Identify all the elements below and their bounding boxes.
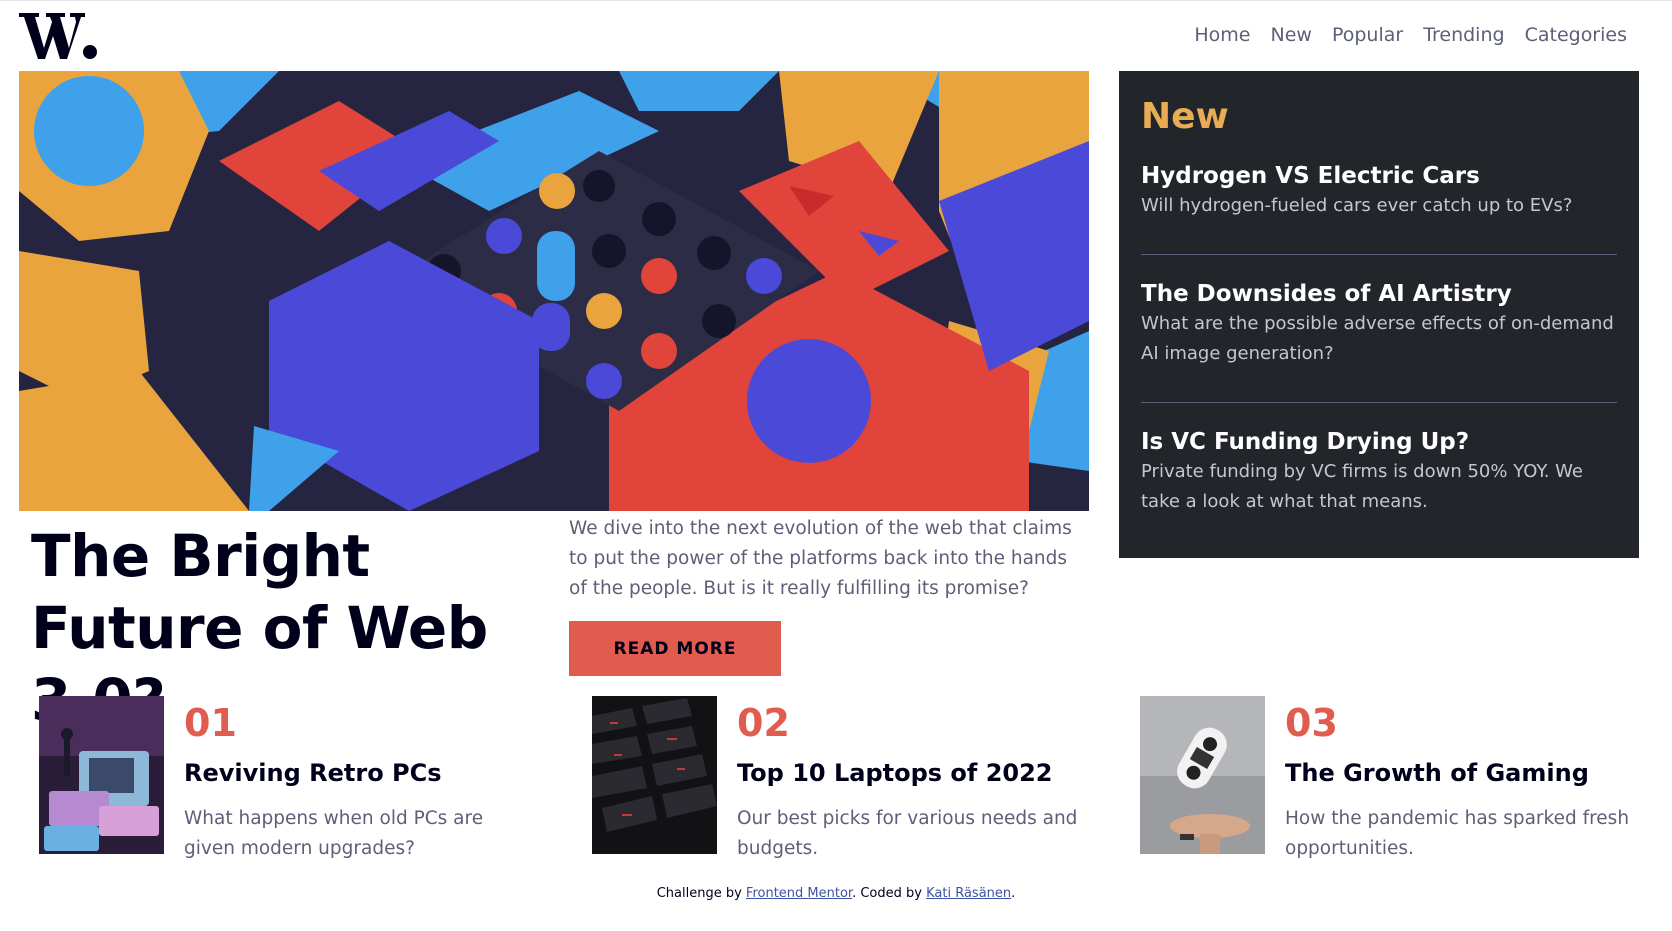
new-item-vc-funding[interactable]: Is VC Funding Drying Up? Private funding… (1141, 427, 1617, 517)
card-top-laptops[interactable]: 02 Top 10 Laptops of 2022 Our best picks… (592, 696, 1092, 866)
site-logo[interactable] (19, 10, 101, 62)
card-title[interactable]: Reviving Retro PCs (184, 758, 442, 788)
laptops-thumbnail (592, 696, 717, 854)
card-number: 01 (184, 701, 237, 745)
frontend-mentor-link[interactable]: Frontend Mentor (746, 886, 852, 901)
footer-middle: . Coded by (852, 886, 927, 901)
card-text: Our best picks for various needs and bud… (737, 808, 1078, 859)
nav-trending[interactable]: Trending (1423, 24, 1504, 46)
new-item-ai-artistry[interactable]: The Downsides of AI Artistry What are th… (1141, 279, 1617, 369)
card-title[interactable]: Top 10 Laptops of 2022 (737, 758, 1053, 788)
new-item-title[interactable]: Is VC Funding Drying Up? (1141, 427, 1617, 457)
nav-categories[interactable]: Categories (1525, 24, 1627, 46)
new-item-hydrogen[interactable]: Hydrogen VS Electric Cars Will hydrogen-… (1141, 161, 1617, 221)
attribution-footer: Challenge by Frontend Mentor. Coded by K… (0, 886, 1672, 901)
hero-image (19, 71, 1089, 511)
new-panel-heading: New (1141, 96, 1229, 137)
top-border (0, 0, 1672, 1)
card-text: What happens when old PCs are given mode… (184, 808, 484, 859)
new-articles-panel: New Hydrogen VS Electric Cars Will hydro… (1119, 71, 1639, 558)
read-more-button[interactable]: READ MORE (569, 621, 781, 676)
divider (1141, 254, 1617, 255)
card-number: 03 (1285, 701, 1338, 745)
nav-home[interactable]: Home (1194, 24, 1250, 46)
main-nav: Home New Popular Trending Categories (1194, 24, 1627, 46)
card-retro-pcs[interactable]: 01 Reviving Retro PCs What happens when … (39, 696, 539, 866)
nav-popular[interactable]: Popular (1332, 24, 1403, 46)
card-number: 02 (737, 701, 790, 745)
footer-prefix: Challenge by (656, 886, 746, 901)
logo-w-icon (19, 13, 97, 59)
new-item-text: Will hydrogen-fueled cars ever catch up … (1141, 195, 1573, 216)
card-growth-gaming[interactable]: 03 The Growth of Gaming How the pandemic… (1140, 696, 1640, 866)
gaming-thumbnail (1140, 696, 1265, 854)
nav-new[interactable]: New (1270, 24, 1311, 46)
hero-description: We dive into the next evolution of the w… (569, 518, 1072, 599)
new-item-title[interactable]: Hydrogen VS Electric Cars (1141, 161, 1617, 191)
new-item-text: What are the possible adverse effects of… (1141, 313, 1614, 364)
footer-suffix: . (1011, 886, 1016, 901)
divider (1141, 402, 1617, 403)
card-text: How the pandemic has sparked fresh oppor… (1285, 808, 1630, 859)
new-item-text: Private funding by VC firms is down 50% … (1141, 461, 1583, 512)
author-link[interactable]: Kati Räsänen (926, 886, 1011, 901)
retro-pcs-thumbnail (39, 696, 164, 854)
card-title[interactable]: The Growth of Gaming (1285, 758, 1589, 788)
new-item-title[interactable]: The Downsides of AI Artistry (1141, 279, 1617, 309)
